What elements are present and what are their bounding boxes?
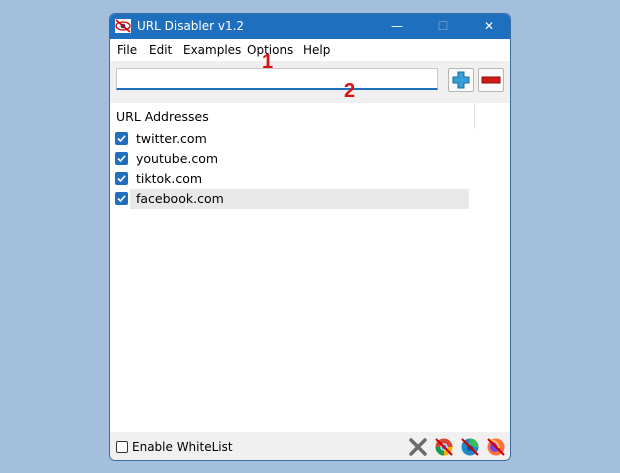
minimize-button[interactable]: — — [374, 14, 420, 39]
checkbox-checked-icon[interactable] — [115, 152, 128, 165]
menu-edit[interactable]: Edit — [149, 43, 172, 57]
plus-icon — [452, 71, 470, 89]
url-list: URL Addresses twitter.com youtube.com ti… — [110, 103, 510, 432]
status-bar: Enable WhiteList — [110, 432, 510, 460]
list-item-label: twitter.com — [136, 131, 207, 146]
maximize-button[interactable]: ☐ — [420, 14, 466, 39]
close-all-browsers-icon[interactable] — [408, 437, 428, 457]
remove-url-button[interactable] — [478, 68, 504, 92]
column-divider — [474, 103, 475, 129]
url-input[interactable] — [116, 68, 438, 90]
annotation-marker-1: 1 — [262, 51, 274, 73]
menu-examples[interactable]: Examples — [183, 43, 241, 57]
list-item[interactable]: facebook.com — [110, 189, 510, 209]
checkbox-checked-icon[interactable] — [115, 172, 128, 185]
toolbar — [110, 61, 510, 103]
add-url-button[interactable] — [448, 68, 474, 92]
list-item-label: youtube.com — [136, 151, 219, 166]
firefox-icon[interactable] — [486, 437, 506, 457]
checkbox-checked-icon[interactable] — [115, 192, 128, 205]
annotation-marker-2: 2 — [344, 80, 356, 102]
whitelist-checkbox[interactable] — [116, 441, 128, 453]
list-item-label: tiktok.com — [136, 171, 203, 186]
list-item[interactable]: tiktok.com — [110, 169, 510, 189]
list-item[interactable]: youtube.com — [110, 149, 510, 169]
whitelist-label[interactable]: Enable WhiteList — [132, 440, 233, 454]
title-bar[interactable]: URL Disabler v1.2 — ☐ ✕ — [110, 14, 510, 39]
minus-icon — [481, 76, 501, 84]
list-item[interactable]: twitter.com — [110, 129, 510, 149]
list-item-label: facebook.com — [130, 189, 469, 209]
checkbox-checked-icon[interactable] — [115, 132, 128, 145]
edge-icon[interactable] — [460, 437, 480, 457]
app-window: URL Disabler v1.2 — ☐ ✕ File Edit Exampl… — [109, 13, 511, 461]
menu-help[interactable]: Help — [303, 43, 330, 57]
menu-bar: File Edit Examples Options Help — [110, 39, 510, 61]
window-title: URL Disabler v1.2 — [137, 19, 245, 33]
chrome-icon[interactable] — [434, 437, 454, 457]
close-button[interactable]: ✕ — [466, 14, 510, 39]
menu-file[interactable]: File — [117, 43, 137, 57]
list-header: URL Addresses — [116, 109, 209, 124]
app-eye-icon — [115, 19, 131, 33]
